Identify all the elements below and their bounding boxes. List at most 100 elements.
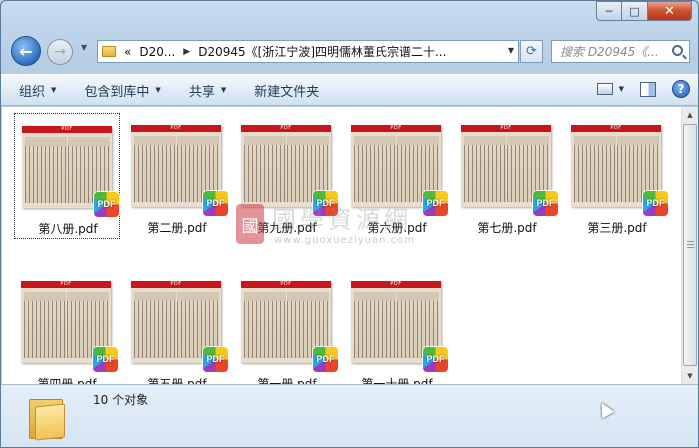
- search-icon[interactable]: [672, 45, 683, 56]
- file-name: 第二册.pdf: [147, 221, 207, 235]
- pdf-badge-label: PDF: [536, 198, 555, 208]
- maximize-button[interactable]: □: [622, 1, 648, 21]
- help-icon[interactable]: ?: [672, 80, 690, 98]
- explorer-window: ─ □ ✕ ← → ▼ « D20... ▶ D20945《[浙江宁波]四明儒林…: [0, 0, 699, 448]
- thumbnail-header: PDF: [241, 125, 331, 132]
- file-name: 第八册.pdf: [38, 222, 98, 236]
- file-item[interactable]: PDF PDF 第一十册.pdf: [344, 269, 450, 384]
- scanned-page: [354, 136, 396, 202]
- file-item[interactable]: PDF PDF 第二册.pdf: [124, 113, 230, 239]
- organize-label: 组织: [19, 84, 46, 100]
- breadcrumb-item[interactable]: D20945《[浙江宁波]四明儒林董氏宗谱二十...: [198, 43, 446, 60]
- scanned-page: [464, 136, 506, 202]
- navigation-bar: ← → ▼ « D20... ▶ D20945《[浙江宁波]四明儒林董氏宗谱二十…: [1, 31, 698, 69]
- item-count: 10 个对象: [93, 393, 149, 407]
- pdf-badge-label: PDF: [426, 354, 445, 364]
- pdf-icon: PDF: [533, 191, 558, 216]
- pdf-badge-label: PDF: [316, 198, 335, 208]
- file-item[interactable]: PDF PDF 第五册.pdf: [124, 269, 230, 384]
- file-item[interactable]: PDF PDF 第一册.pdf: [234, 269, 340, 384]
- address-bar[interactable]: « D20... ▶ D20945《[浙江宁波]四明儒林董氏宗谱二十... ▼: [97, 40, 519, 63]
- pdf-badge-label: PDF: [426, 198, 445, 208]
- preview-pane-icon[interactable]: [640, 81, 656, 97]
- file-name: 第七册.pdf: [477, 221, 537, 235]
- scanned-page: [244, 292, 286, 358]
- thumbnail-header: PDF: [22, 126, 112, 133]
- forward-button[interactable]: →: [47, 39, 73, 65]
- thumbnail-header: PDF: [131, 281, 221, 288]
- grip-icon: [687, 241, 694, 249]
- scanned-page: [134, 292, 176, 358]
- pdf-badge-label: PDF: [316, 354, 335, 364]
- file-name: 第五册.pdf: [147, 377, 207, 384]
- mouse-cursor-icon: [595, 399, 615, 419]
- pdf-icon: PDF: [423, 191, 448, 216]
- caption-buttons: ─ □ ✕: [596, 1, 692, 21]
- file-name: 第六册.pdf: [367, 221, 427, 235]
- breadcrumb-item[interactable]: D20...: [139, 45, 175, 59]
- thumbnail-header: PDF: [351, 281, 441, 288]
- thumbnail-header: PDF: [351, 125, 441, 132]
- file-item[interactable]: PDF PDF 第三册.pdf: [564, 113, 670, 239]
- pdf-icon: PDF: [94, 192, 119, 217]
- search-placeholder: 搜索 D20945《...: [560, 45, 659, 59]
- change-view-icon[interactable]: [596, 83, 613, 95]
- new-folder-button[interactable]: 新建文件夹: [254, 81, 319, 100]
- pdf-icon: PDF: [643, 191, 668, 216]
- pdf-icon: PDF: [313, 347, 338, 372]
- folder-icon: [29, 395, 67, 441]
- minimize-button[interactable]: ─: [596, 1, 622, 21]
- scanned-page: [244, 136, 286, 202]
- pdf-badge-label: PDF: [206, 198, 225, 208]
- close-button[interactable]: ✕: [648, 1, 692, 21]
- share-menu[interactable]: 共享 ▼: [189, 81, 226, 100]
- file-item[interactable]: PDF PDF 第四册.pdf: [14, 269, 120, 384]
- command-toolbar: 组织 ▼ 包含到库中 ▼ 共享 ▼ 新建文件夹 ▼ ?: [1, 74, 698, 106]
- file-name: 第三册.pdf: [587, 221, 647, 235]
- new-folder-label: 新建文件夹: [254, 84, 320, 100]
- pdf-icon: PDF: [203, 191, 228, 216]
- recent-pages-dropdown[interactable]: ▼: [81, 43, 87, 52]
- pdf-icon: PDF: [203, 347, 228, 372]
- search-input[interactable]: 搜索 D20945《...: [551, 40, 690, 63]
- organize-menu[interactable]: 组织 ▼: [19, 81, 56, 100]
- folder-icon: [102, 46, 116, 57]
- details-pane: 10 个对象: [1, 384, 698, 447]
- pdf-badge-label: PDF: [96, 354, 115, 364]
- file-item[interactable]: PDF PDF 第六册.pdf: [344, 113, 450, 239]
- include-in-library-label: 包含到库中: [84, 84, 150, 100]
- refresh-button[interactable]: ⟳: [520, 40, 543, 63]
- file-item[interactable]: PDF PDF 第八册.pdf: [14, 113, 120, 239]
- chevron-down-icon[interactable]: ▼: [508, 46, 514, 55]
- pdf-icon: PDF: [313, 191, 338, 216]
- scanned-page: [574, 136, 616, 202]
- chevron-right-icon[interactable]: ▶: [183, 47, 190, 57]
- scanned-page: [25, 137, 67, 203]
- pdf-icon: PDF: [93, 347, 118, 372]
- scanned-page: [134, 136, 176, 202]
- thumbnail-header: PDF: [241, 281, 331, 288]
- file-item[interactable]: PDF PDF 第九册.pdf: [234, 113, 340, 239]
- scanned-page: [24, 292, 66, 358]
- file-list[interactable]: PDF PDF 第八册.pdf PDF PDF 第二册.pdf PDF PDF 第九册.pdf P…: [2, 107, 681, 384]
- caret-down-icon: ▼: [51, 86, 57, 94]
- file-name: 第一册.pdf: [257, 377, 317, 384]
- toolbar-right-group: ▼ ?: [596, 80, 690, 98]
- back-button[interactable]: ←: [11, 36, 41, 66]
- thumbnail-header: PDF: [461, 125, 551, 132]
- scanned-page: [354, 292, 396, 358]
- pdf-icon: PDF: [423, 347, 448, 372]
- caret-down-icon: ▼: [220, 86, 227, 94]
- thumbnail-header: PDF: [131, 125, 221, 132]
- scrollbar-thumb[interactable]: [683, 124, 697, 366]
- file-name: 第九册.pdf: [257, 221, 317, 235]
- file-item[interactable]: PDF PDF 第七册.pdf: [454, 113, 560, 239]
- scroll-down-arrow[interactable]: ▼: [682, 368, 698, 384]
- scroll-up-arrow[interactable]: ▲: [682, 107, 698, 123]
- pdf-badge-label: PDF: [97, 199, 116, 209]
- share-label: 共享: [188, 84, 215, 100]
- include-in-library-menu[interactable]: 包含到库中 ▼: [84, 81, 160, 100]
- vertical-scrollbar[interactable]: ▲ ▼: [681, 107, 698, 384]
- view-options-dropdown[interactable]: ▼: [619, 85, 624, 93]
- breadcrumb-overflow[interactable]: «: [124, 45, 131, 59]
